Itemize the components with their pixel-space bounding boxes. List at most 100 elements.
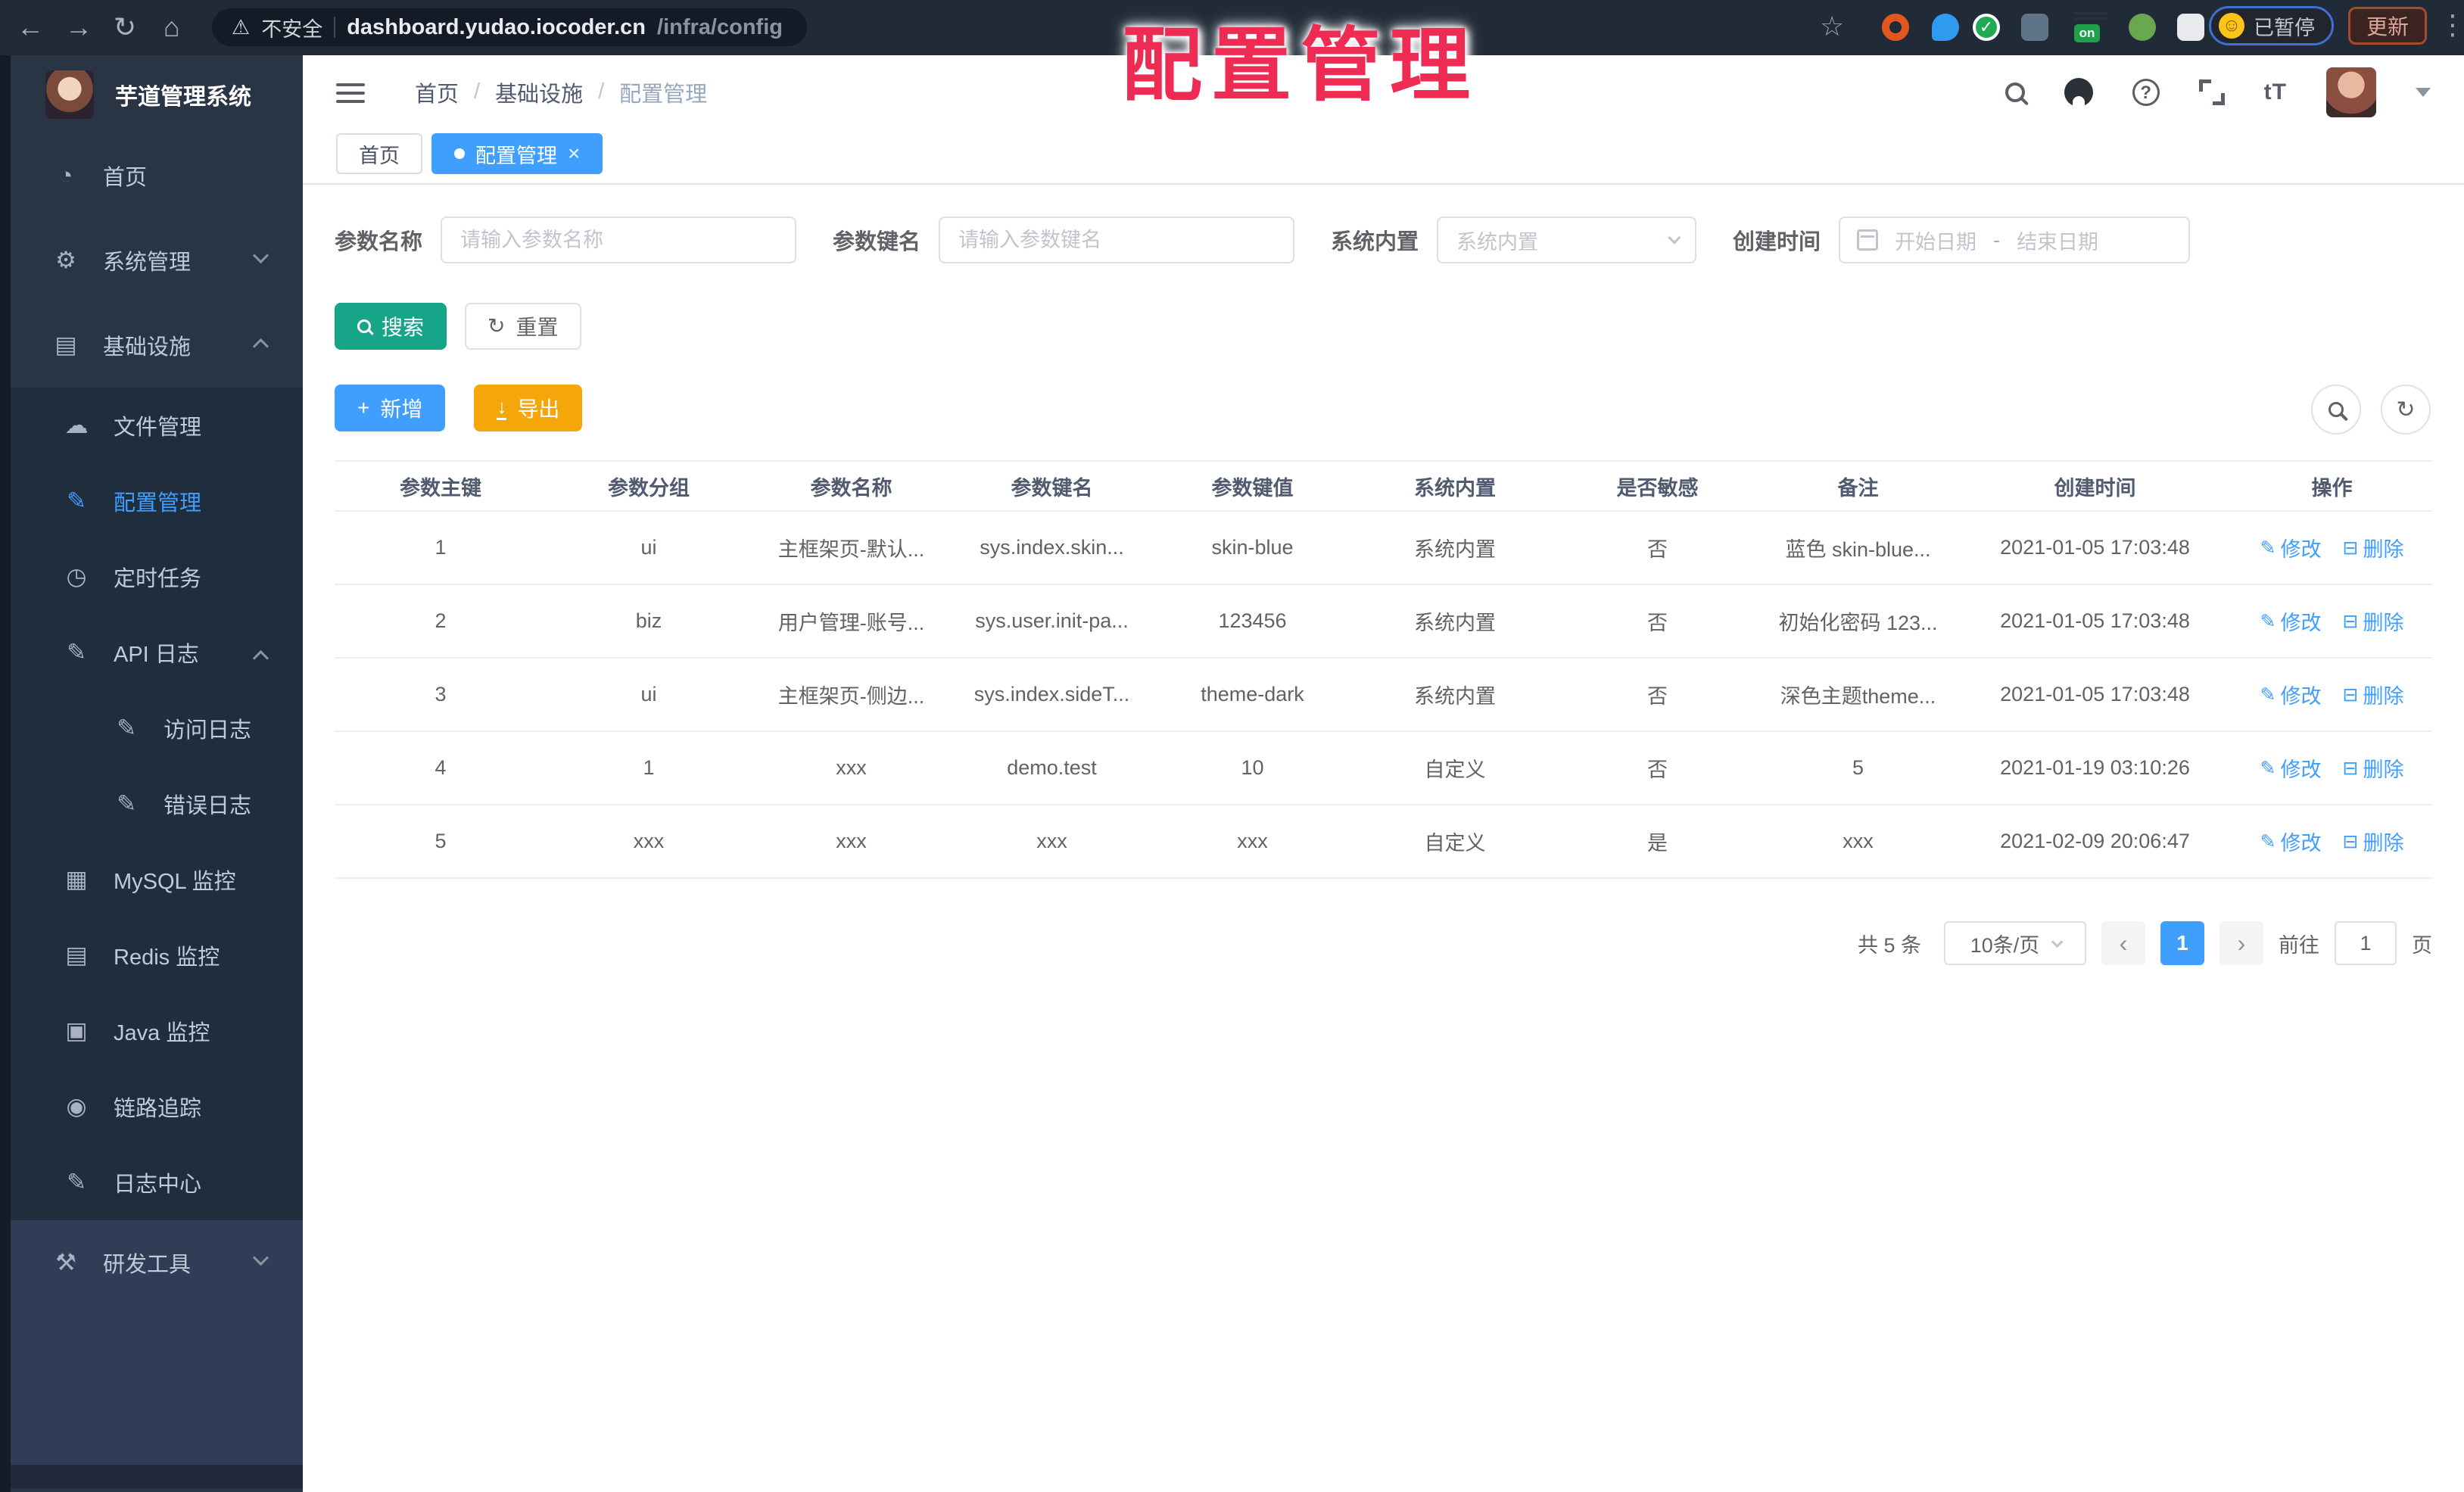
browser-forward-icon[interactable]: → (65, 10, 92, 45)
address-bar[interactable]: ⚠ 不安全 dashboard.yudao.iocoder.cn /infra/… (212, 8, 807, 46)
sidebar-item-label: 错误日志 (164, 794, 252, 818)
delete-link[interactable]: ⊟ 删除 (2343, 827, 2404, 856)
app-logo-row[interactable]: 芋道管理系统 (0, 55, 303, 133)
breadcrumb-separator: / (474, 79, 481, 104)
param-name-input[interactable] (441, 216, 797, 263)
paused-chip[interactable]: ☺ 已暂停 (2209, 6, 2334, 45)
sidebar-item-system[interactable]: ⚙ 系统管理 (0, 218, 303, 303)
search-button[interactable]: 搜索 (335, 303, 447, 350)
extension-check-icon[interactable]: ✓ (1973, 14, 2000, 41)
breadcrumb-section[interactable]: 基础设施 (495, 76, 583, 108)
refresh-icon: ↻ (488, 314, 506, 338)
edit-link[interactable]: ✎ 修改 (2260, 606, 2322, 636)
sidebar-item-config[interactable]: ✎ 配置管理 (0, 463, 303, 539)
reset-button[interactable]: ↻ 重置 (465, 303, 581, 350)
sidebar-item-redis[interactable]: ▤ Redis 监控 (0, 917, 303, 993)
sidebar-item-error-log[interactable]: ✎ 错误日志 (0, 766, 303, 842)
page-size-select[interactable]: 10条/页 (1944, 921, 2086, 965)
timer-icon: ◷ (66, 563, 87, 590)
url-host[interactable]: dashboard.yudao.iocoder.cn (347, 15, 646, 40)
add-button[interactable]: + 新增 (335, 385, 446, 431)
extension-pin-icon[interactable] (1932, 14, 1959, 41)
date-range-picker[interactable]: 开始日期 - 结束日期 (1839, 216, 2191, 263)
tab-label: 配置管理 (475, 144, 557, 167)
extension-on-badge-icon[interactable]: on (2074, 12, 2107, 42)
fullscreen-icon[interactable] (2198, 79, 2225, 105)
extensions-puzzle-icon[interactable] (2177, 14, 2204, 41)
hamburger-icon[interactable] (336, 82, 365, 103)
sidebar-item-java[interactable]: ▣ Java 监控 (0, 993, 303, 1069)
table-cell: 否 (1557, 511, 1758, 585)
extension-icon[interactable] (2021, 14, 2048, 41)
edit-link[interactable]: ✎ 修改 (2260, 533, 2322, 562)
font-size-icon[interactable]: tT (2264, 79, 2287, 105)
extension-sprout-icon[interactable] (2129, 14, 2156, 41)
breadcrumb-home[interactable]: 首页 (415, 76, 459, 108)
table-cell: 10 (1152, 731, 1353, 805)
prev-page-button[interactable]: ‹ (2101, 921, 2145, 965)
current-page-button[interactable]: 1 (2160, 921, 2204, 965)
sidebar-item-trace[interactable]: ◉ 链路追踪 (0, 1069, 303, 1145)
table-cell: ui (547, 658, 751, 732)
browser-home-icon[interactable]: ⌂ (164, 10, 180, 45)
log-icon: ✎ (67, 1169, 86, 1195)
table-cell: theme-dark (1152, 658, 1353, 732)
edit-link-icon: ✎ (2260, 830, 2276, 852)
table-row: 3 ui 主框架页-侧边... sys.index.sideT... theme-dar… (335, 658, 2432, 732)
url-path[interactable]: /infra/config (657, 15, 783, 40)
edit-link[interactable]: ✎ 修改 (2260, 827, 2322, 856)
search-icon[interactable] (2005, 82, 2025, 102)
next-page-button[interactable]: › (2219, 921, 2263, 965)
help-icon[interactable]: ? (2132, 78, 2160, 106)
header-actions: ? tT (2005, 67, 2431, 117)
extension-icon[interactable] (1882, 14, 1909, 41)
toggle-search-button[interactable] (2311, 385, 2361, 435)
browser-back-icon[interactable]: ← (17, 10, 44, 45)
table-cell: 2021-02-09 20:06:47 (1958, 805, 2232, 879)
sidebar-submenu-infra: ☁ 文件管理 ✎ 配置管理 ◷ 定时任务 ✎ API 日志 ✎ 访问日志 ✎ 错… (0, 388, 303, 1220)
delete-link[interactable]: ⊟ 删除 (2343, 753, 2404, 783)
browser-reload-icon[interactable]: ↻ (114, 10, 136, 45)
export-button[interactable]: ↓ 导出 (474, 385, 583, 431)
avatar[interactable] (2326, 67, 2376, 117)
col-header: 参数键值 (1152, 460, 1353, 512)
delete-link[interactable]: ⊟ 删除 (2343, 533, 2404, 562)
bookmark-star-icon[interactable]: ☆ (1820, 11, 1844, 42)
add-button-label: 新增 (380, 397, 423, 421)
param-key-input[interactable] (939, 216, 1295, 263)
delete-link[interactable]: ⊟ 删除 (2343, 680, 2404, 709)
browser-update-button[interactable]: 更新 (2348, 7, 2427, 45)
refresh-table-button[interactable]: ↻ (2381, 385, 2431, 435)
sidebar-item-log-center[interactable]: ✎ 日志中心 (0, 1145, 303, 1220)
builtin-select[interactable]: 系统内置 (1437, 216, 1697, 263)
reset-button-label: 重置 (516, 316, 559, 339)
tab-home[interactable]: 首页 (336, 133, 422, 174)
sidebar-item-access-log[interactable]: ✎ 访问日志 (0, 690, 303, 766)
sidebar-item-label: 研发工具 (103, 1253, 192, 1277)
sidebar-item-devtools[interactable]: ⚒ 研发工具 (0, 1220, 303, 1305)
tab-config-active[interactable]: 配置管理 × (431, 133, 603, 174)
chevron-up-icon (252, 338, 269, 355)
user-menu-caret-icon[interactable] (2416, 87, 2431, 97)
edit-link[interactable]: ✎ 修改 (2260, 753, 2322, 783)
security-label[interactable]: 不安全 (261, 13, 322, 42)
table-cell: xxx (1758, 805, 1958, 879)
github-icon[interactable] (2064, 77, 2093, 107)
edit-link[interactable]: ✎ 修改 (2260, 680, 2322, 709)
delete-link-icon: ⊟ (2342, 757, 2359, 779)
sidebar-item-home[interactable]: ◔ 首页 (0, 133, 303, 218)
gear-icon: ⚙ (55, 247, 76, 273)
goto-page-input[interactable] (2335, 921, 2397, 965)
mysql-monitor-icon: ▦ (65, 866, 88, 892)
close-icon[interactable]: × (568, 143, 580, 164)
sidebar-item-infra[interactable]: ▤ 基础设施 (0, 303, 303, 388)
delete-link[interactable]: ⊟ 删除 (2343, 606, 2404, 636)
browser-menu-icon[interactable]: ⋮ (2439, 9, 2464, 41)
col-header: 参数键名 (952, 460, 1152, 512)
sidebar-item-jobs[interactable]: ◷ 定时任务 (0, 539, 303, 615)
sidebar-item-api-log[interactable]: ✎ API 日志 (0, 615, 303, 690)
calendar-icon (1857, 229, 1879, 251)
sidebar-item-mysql[interactable]: ▦ MySQL 监控 (0, 842, 303, 917)
table-cell-actions: ✎ 修改 ⊟ 删除 (2232, 584, 2432, 659)
sidebar-item-files[interactable]: ☁ 文件管理 (0, 388, 303, 463)
